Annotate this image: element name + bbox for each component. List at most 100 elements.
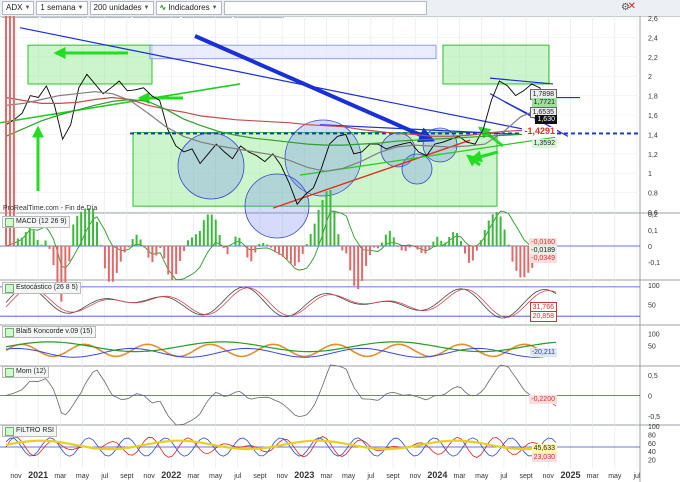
- value-mom-a: -0,2200: [529, 395, 557, 404]
- y-tick-label: 0: [648, 244, 652, 251]
- x-tick-label: jul: [499, 473, 507, 480]
- units-selector[interactable]: 200 unidades ▼: [89, 1, 154, 15]
- chevron-down-icon: ▼: [24, 5, 31, 11]
- x-tick-label: nov: [143, 473, 155, 480]
- value-price-b: 1,7721: [531, 98, 557, 107]
- timeframe-label: 1 semana: [40, 3, 76, 12]
- x-tick-label: mar: [454, 473, 467, 480]
- momentum-line: [5, 364, 557, 426]
- x-tick-label: sept: [120, 473, 133, 480]
- konc-panel-label[interactable]: Blai5 Koncorde v.09 (15): [2, 326, 96, 338]
- x-tick-label: may: [342, 473, 356, 480]
- y-tick-label: 80: [648, 432, 656, 439]
- value-macd-c: -0,0349: [529, 254, 557, 263]
- y-tick-label: 2,6: [648, 16, 658, 23]
- x-tick-label: sept: [386, 473, 399, 480]
- x-tick-label: 2021: [28, 470, 48, 480]
- x-tick-label: mar: [320, 473, 333, 480]
- x-tick-label: jul: [100, 473, 108, 480]
- price-chart: nov 2021 mar may jul sept nov 2022 mar may jul sept…: [0, 16, 680, 482]
- x-tick-label: may: [608, 473, 622, 480]
- x-tick-label: nov: [410, 473, 422, 480]
- x-tick-label: 2023: [294, 470, 314, 480]
- grid: [0, 16, 680, 482]
- y-tick-label: 0,2: [648, 212, 658, 219]
- y-tick-label: 2: [648, 74, 652, 81]
- blank-field[interactable]: [223, 1, 427, 15]
- x-tick-label: mar: [187, 473, 200, 480]
- y-tick-label: 60: [648, 441, 656, 448]
- blue-circle: [177, 132, 245, 200]
- y-tick-label: 40: [648, 449, 656, 456]
- units-label: 200 unidades: [93, 3, 142, 12]
- stoch-d: [5, 287, 557, 318]
- x-tick-label: mar: [54, 473, 67, 480]
- x-tick-label: nov: [10, 473, 22, 480]
- mom-label: Mom (12): [16, 368, 46, 375]
- x-tick-label: mar: [587, 473, 600, 480]
- y-tick-label: 0,8: [648, 191, 658, 198]
- y-tick-label: 0,1: [648, 228, 658, 235]
- value-price-ref: -1,4291: [522, 126, 557, 136]
- toolbar: ADX ▼ 1 semana ▼ 200 unidades ▼ ∿ Indica…: [0, 0, 680, 17]
- x-tick-label: 2024: [427, 470, 447, 480]
- x-tick-label: may: [209, 473, 223, 480]
- x-tick-label: nov: [543, 473, 555, 480]
- panel-icon: [5, 217, 14, 227]
- chevron-down-icon: ▼: [211, 5, 218, 11]
- x-tick-label: nov: [276, 473, 288, 480]
- rsi-label: FILTRO RSI: [16, 427, 54, 434]
- value-konc-a: -20,211: [529, 348, 557, 357]
- y-tick-label: 0,5: [648, 373, 658, 380]
- x-tick-label: may: [76, 473, 90, 480]
- y-tick-label: 50: [648, 344, 656, 351]
- timeframe-selector[interactable]: 1 semana ▼: [36, 1, 88, 15]
- x-tick-label: sept: [253, 473, 266, 480]
- blue-circle: [244, 173, 310, 239]
- source-text: ProRealTime.com - Fin de Día: [3, 205, 98, 212]
- value-stoch-b: 20,858: [529, 311, 557, 322]
- panel-icon: [5, 283, 14, 293]
- stoch-label: Estocástico (26 8 5): [16, 284, 78, 291]
- symbol-label: ADX: [6, 3, 23, 12]
- chevron-down-icon: ▼: [143, 5, 150, 11]
- macd-panel-label[interactable]: MACD (12 26 9): [2, 216, 70, 228]
- x-tick-label: jul: [366, 473, 374, 480]
- value-rsi-a: 45,633: [531, 444, 557, 453]
- rsi-panel-label[interactable]: FILTRO RSI: [2, 425, 57, 437]
- y-tick-label: 2,4: [648, 35, 658, 42]
- indicators-icon: ∿: [159, 3, 167, 12]
- y-tick-label: 20: [648, 458, 656, 465]
- macd-label: MACD (12 26 9): [16, 218, 67, 225]
- y-tick-label: -0,1: [648, 260, 660, 267]
- indicators-label: Indicadores: [168, 3, 210, 12]
- symbol-selector[interactable]: ADX ▼: [2, 1, 35, 15]
- value-price-d: 1,630: [535, 115, 557, 124]
- panel-icon: [5, 327, 14, 337]
- y-tick-label: 100: [648, 283, 660, 290]
- y-tick-label: 1,6: [648, 113, 658, 120]
- mom-panel-label[interactable]: Mom (12): [2, 366, 49, 378]
- panel-icon: [5, 367, 14, 377]
- blue-band: [149, 44, 437, 60]
- y-tick-label: 1,2: [648, 152, 658, 159]
- chevron-down-icon: ▼: [77, 5, 84, 11]
- indicators-button[interactable]: ∿ Indicadores ▼: [155, 1, 222, 15]
- x-tick-label: jul: [632, 473, 640, 480]
- x-tick-label: 2025: [560, 470, 580, 480]
- y-tick-label: 100: [648, 331, 660, 338]
- y-tick-label: 1: [648, 171, 652, 178]
- value-price-e: 1,3592: [531, 139, 557, 148]
- x-tick-label: 2022: [161, 470, 181, 480]
- x-tick-label: sept: [519, 473, 532, 480]
- y-tick-label: -0,5: [648, 414, 660, 421]
- rsi-yellow: [5, 439, 557, 451]
- stoch-panel-label[interactable]: Estocástico (26 8 5): [2, 282, 81, 294]
- x-tick-label: may: [475, 473, 489, 480]
- panel-icon: [5, 426, 14, 436]
- y-tick-label: 100: [648, 424, 660, 431]
- close-icon[interactable]: ✕: [628, 1, 636, 12]
- y-tick-label: 2,2: [648, 55, 658, 62]
- y-tick-label: 1,4: [648, 132, 658, 139]
- x-tick-label: jul: [233, 473, 241, 480]
